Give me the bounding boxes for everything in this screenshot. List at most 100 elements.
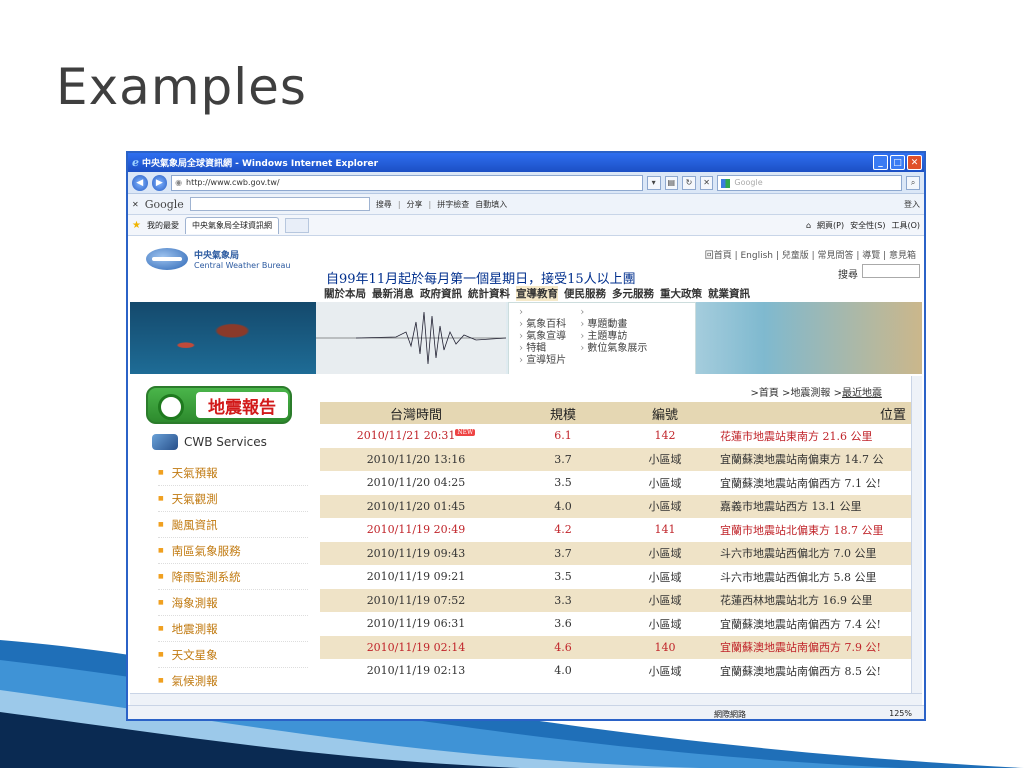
toolbar-search[interactable]: 搜尋 <box>376 199 392 210</box>
cell-location[interactable]: 花蓮西林地震站北方 16.9 公里 <box>716 588 920 613</box>
table-row[interactable]: 2010/11/19 20:49 4.2 141 宜蘭市地震站北偏東方 18.7 公里 <box>320 518 920 542</box>
cell-time: 2010/11/19 02:13 <box>320 659 512 683</box>
ie-icon: ℯ <box>132 156 139 169</box>
forward-arrow-icon[interactable]: ▶ <box>151 174 168 191</box>
table-row[interactable]: 2010/11/19 06:31 3.6 小區域 宜蘭蘇澳地震站南偏西方 7.4 公! <box>320 612 920 636</box>
compat-icon[interactable]: ▤ <box>664 175 679 190</box>
menu-item[interactable]: 氣象宣導 <box>519 331 566 343</box>
nav-statistics[interactable]: 統計資料 <box>468 286 510 301</box>
nav-about[interactable]: 關於本局 <box>324 286 366 301</box>
menu-item[interactable]: 主題專訪 <box>580 331 647 343</box>
menu-item[interactable]: 氣象百科 <box>519 319 566 331</box>
service-item[interactable]: 天文星象 <box>158 642 308 668</box>
crumb-seismic[interactable]: 地震測報 <box>790 388 830 399</box>
nav-public-service[interactable]: 便民服務 <box>564 286 606 301</box>
minimize-button[interactable]: _ <box>873 155 888 170</box>
cell-time: 2010/11/19 06:31 <box>320 612 512 636</box>
cell-location[interactable]: 宜蘭蘇澳地震站南偏東方 14.7 公 <box>716 447 920 472</box>
announcement-marquee[interactable]: 自99年11月起於每月第一個星期日，接受15人以上團 <box>326 268 636 287</box>
site-search-input[interactable] <box>862 264 920 278</box>
maximize-button[interactable]: □ <box>890 155 905 170</box>
cell-number-text: 小區域 <box>648 617 682 631</box>
cell-location[interactable]: 宜蘭蘇澳地震站南偏西方 8.5 公! <box>716 659 920 683</box>
cell-time-text: 2010/11/19 02:13 <box>366 664 466 678</box>
cell-location-text: 斗六市地震站西偏北方 5.8 公里 <box>720 570 877 584</box>
table-row[interactable]: 2010/11/19 09:21 3.5 小區域 斗六市地震站西偏北方 5.8 公里 <box>320 565 920 589</box>
cmd-tools[interactable]: 工具(O) <box>891 220 920 231</box>
menu-item[interactable]: 數位氣象展示 <box>580 343 647 355</box>
menu-item[interactable]: 特輯 <box>519 343 566 355</box>
table-row[interactable]: 2010/11/19 02:14 4.6 140 宜蘭蘇澳地震站南偏西方 7.9 公! <box>320 635 920 660</box>
cmd-safety[interactable]: 安全性(S) <box>850 220 885 231</box>
nav-policy[interactable]: 重大政策 <box>660 286 702 301</box>
refresh-icon[interactable]: ↻ <box>682 175 696 190</box>
crumb-home[interactable]: 首頁 <box>759 388 779 399</box>
cell-magnitude-text: 3.5 <box>554 570 572 584</box>
browser-tab[interactable]: 中央氣象局全球資訊網 <box>184 216 279 234</box>
cell-location[interactable]: 花蓮市地震站東南方 21.6 公里 <box>716 424 920 448</box>
nav-education[interactable]: 宣導教育 <box>516 286 558 301</box>
toolbar-share[interactable]: 分享 <box>407 199 423 210</box>
earthquake-report-banner[interactable]: 地震報告 <box>146 386 292 424</box>
table-row[interactable]: 2010/11/20 01:45 4.0 小區域 嘉義市地震站西方 13.1 公里 <box>320 494 920 519</box>
menu-item[interactable]: 專題動畫 <box>580 319 647 331</box>
slide-title: Examples <box>56 58 307 116</box>
service-item[interactable]: 地震測報 <box>158 616 308 642</box>
toolbar-spellcheck[interactable]: 拼字檢查 <box>437 199 469 210</box>
service-item[interactable]: 天氣預報 <box>158 460 308 486</box>
new-tab-button[interactable] <box>284 217 309 233</box>
service-item[interactable]: 氣候測報 <box>158 668 308 694</box>
table-row[interactable]: 2010/11/19 02:13 4.0 小區域 宜蘭蘇澳地震站南偏西方 8.5 公! <box>320 659 920 683</box>
back-arrow-icon[interactable]: ◀ <box>132 174 148 191</box>
table-row[interactable]: 2010/11/19 07:52 3.3 小區域 花蓮西林地震站北方 16.9 公里 <box>320 588 920 613</box>
nav-jobs[interactable]: 就業資訊 <box>708 286 750 301</box>
top-links[interactable]: 回首頁 | English | 兒童版 | 常見問答 | 導覽 | 意見箱 <box>705 248 916 261</box>
star-icon[interactable]: ★ <box>132 220 141 231</box>
service-item[interactable]: 南區氣象服務 <box>158 538 308 564</box>
cell-location[interactable]: 斗六市地震站西偏北方 5.8 公里 <box>716 565 920 589</box>
cwb-logo[interactable]: 中央氣象局 Central Weather Bureau <box>146 248 290 270</box>
service-item[interactable]: 天氣觀測 <box>158 486 308 512</box>
dropdown-chevron-icon[interactable]: ▾ <box>646 175 661 190</box>
table-row[interactable]: 2010/11/21 20:31 NEW 6.1 142 花蓮市地震站東南方 21.6 … <box>320 424 920 448</box>
cell-time: 2010/11/19 07:52 <box>320 588 512 613</box>
cell-location[interactable]: 宜蘭市地震站北偏東方 18.7 公里 <box>716 518 920 542</box>
zone-indicator: 網際網路 <box>714 710 746 719</box>
cell-location[interactable]: 宜蘭蘇澳地震站南偏西方 7.4 公! <box>716 612 920 636</box>
nav-gov-info[interactable]: 政府資訊 <box>420 286 462 301</box>
cell-location[interactable]: 宜蘭蘇澳地震站南偏西方 7.1 公! <box>716 471 920 495</box>
close-button[interactable]: ✕ <box>907 155 922 170</box>
stop-icon[interactable]: ✕ <box>699 175 714 190</box>
zoom-level[interactable]: 125% <box>889 709 912 718</box>
service-item[interactable]: 颱風資訊 <box>158 512 308 538</box>
cell-location[interactable]: 嘉義市地震站西方 13.1 公里 <box>716 494 920 519</box>
close-toolbar-icon[interactable]: ✕ <box>132 200 139 209</box>
world-map-image <box>130 302 316 374</box>
table-row[interactable]: 2010/11/19 09:43 3.7 小區域 斗六市地震站西偏北方 7.0 公里 <box>320 541 920 566</box>
toolbar-signin[interactable]: 登入 <box>904 199 920 210</box>
cmd-page[interactable]: 網頁(P) <box>817 220 844 231</box>
vertical-scrollbar[interactable] <box>911 376 922 698</box>
service-item[interactable]: 海象測報 <box>158 590 308 616</box>
cell-location-text: 宜蘭蘇澳地震站南偏西方 7.1 公! <box>720 476 881 490</box>
cell-number: 小區域 <box>614 588 716 613</box>
table-row[interactable]: 2010/11/20 13:16 3.7 小區域 宜蘭蘇澳地震站南偏東方 14.7 公 <box>320 447 920 472</box>
nav-multi-service[interactable]: 多元服務 <box>612 286 654 301</box>
menu-item[interactable]: 宣導短片 <box>519 355 566 367</box>
favorites-label[interactable]: 我的最愛 <box>147 220 179 231</box>
search-icon[interactable]: ⌕ <box>906 175 920 190</box>
google-toolbar-input[interactable] <box>189 197 370 211</box>
table-row[interactable]: 2010/11/20 04:25 3.5 小區域 宜蘭蘇澳地震站南偏西方 7.1 公! <box>320 471 920 495</box>
cell-time: 2010/11/20 04:25 <box>320 471 512 495</box>
cell-location[interactable]: 宜蘭蘇澳地震站南偏西方 7.9 公! <box>716 635 920 660</box>
cell-location[interactable]: 斗六市地震站西偏北方 7.0 公里 <box>716 541 920 566</box>
toolbar-autofill[interactable]: 自動填入 <box>475 199 507 210</box>
service-item[interactable]: 降雨監測系統 <box>158 564 308 590</box>
address-input[interactable]: ◉ http://www.cwb.gov.tw/ <box>171 174 643 191</box>
search-input[interactable]: Google <box>717 174 903 191</box>
cell-location-text: 斗六市地震站西偏北方 7.0 公里 <box>720 547 877 561</box>
nav-news[interactable]: 最新消息 <box>372 286 414 301</box>
home-icon[interactable]: ⌂ <box>806 221 811 230</box>
crumb-current[interactable]: 最近地震 <box>842 388 882 399</box>
horizontal-scrollbar[interactable] <box>130 693 922 705</box>
